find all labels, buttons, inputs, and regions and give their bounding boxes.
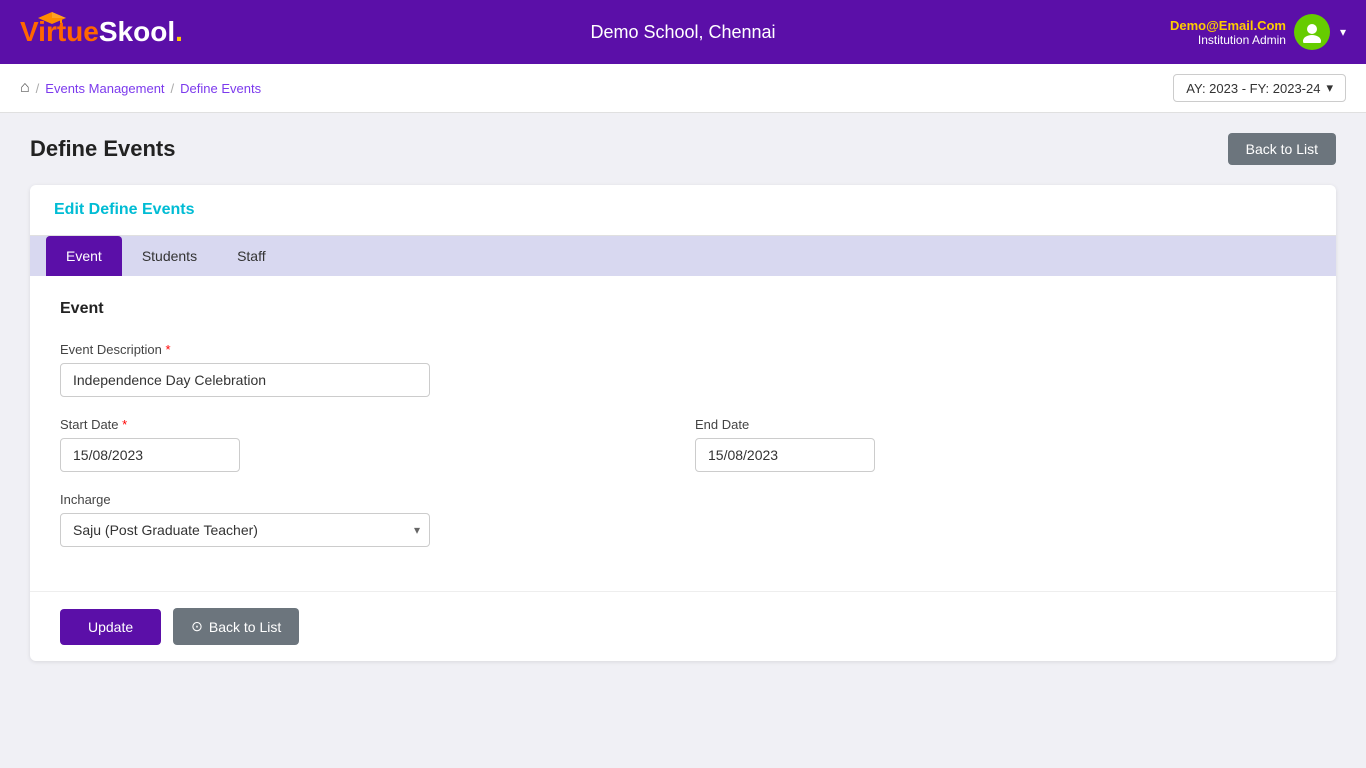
required-star-1: * [166, 342, 171, 357]
user-menu[interactable]: Demo@Email.Com Institution Admin ▾ [1170, 14, 1346, 50]
form-card-header: Edit Define Events [30, 185, 1336, 236]
end-date-col: End Date [695, 417, 1306, 472]
edit-define-events-title: Edit Define Events [54, 201, 194, 218]
incharge-label: Incharge [60, 492, 1306, 507]
graduation-cap-icon [38, 10, 66, 24]
required-star-2: * [122, 417, 127, 432]
form-card: Edit Define Events Event Students Staff … [30, 185, 1336, 661]
incharge-select-wrapper: Saju (Post Graduate Teacher) ▾ [60, 513, 430, 547]
dates-row: Start Date * End Date [60, 417, 1306, 472]
start-date-input[interactable] [60, 438, 240, 472]
tab-event[interactable]: Event [46, 236, 122, 276]
breadcrumb-sep-2: / [171, 81, 175, 96]
ay-selector-button[interactable]: AY: 2023 - FY: 2023-24 ▾ [1173, 74, 1346, 102]
breadcrumb-define-events: Define Events [180, 81, 261, 96]
logo: VirtueSkool. [20, 16, 183, 48]
user-menu-chevron-icon: ▾ [1340, 25, 1346, 39]
ay-selector-label: AY: 2023 - FY: 2023-24 [1186, 81, 1320, 96]
user-role: Institution Admin [1170, 33, 1286, 47]
back-to-list-top-button[interactable]: Back to List [1228, 133, 1336, 165]
breadcrumb-events-management[interactable]: Events Management [45, 81, 164, 96]
tabs-bar: Event Students Staff [30, 236, 1336, 276]
back-to-list-bottom-label: Back to List [209, 619, 281, 635]
event-description-label: Event Description * [60, 342, 1306, 357]
tab-staff[interactable]: Staff [217, 236, 286, 276]
form-section: Event Event Description * Start Date * [30, 276, 1336, 591]
back-to-list-bottom-button[interactable]: ⊙ Back to List [173, 608, 299, 645]
user-icon [1301, 21, 1323, 43]
main-content: Define Events Back to List Edit Define E… [0, 113, 1366, 681]
incharge-select[interactable]: Saju (Post Graduate Teacher) [60, 513, 430, 547]
user-email: Demo@Email.Com [1170, 18, 1286, 33]
tab-students[interactable]: Students [122, 236, 217, 276]
form-section-title: Event [60, 300, 1306, 318]
end-date-input[interactable] [695, 438, 875, 472]
event-description-group: Event Description * [60, 342, 1306, 397]
user-info: Demo@Email.Com Institution Admin [1170, 18, 1286, 47]
breadcrumb-sep-1: / [36, 81, 40, 96]
page-header: Define Events Back to List [30, 133, 1336, 165]
home-icon[interactable]: ⌂ [20, 79, 30, 97]
header: VirtueSkool. Demo School, Chennai Demo@E… [0, 0, 1366, 64]
ay-selector-chevron-icon: ▾ [1326, 80, 1333, 96]
form-actions: Update ⊙ Back to List [30, 591, 1336, 661]
school-name: Demo School, Chennai [590, 22, 775, 43]
update-button[interactable]: Update [60, 609, 161, 645]
start-date-wrapper [60, 438, 671, 472]
avatar [1294, 14, 1330, 50]
start-date-label: Start Date * [60, 417, 671, 432]
page-title: Define Events [30, 136, 176, 162]
end-date-label: End Date [695, 417, 1306, 432]
breadcrumb: ⌂ / Events Management / Define Events [20, 79, 261, 97]
incharge-group: Incharge Saju (Post Graduate Teacher) ▾ [60, 492, 1306, 547]
end-date-wrapper [695, 438, 1306, 472]
start-date-col: Start Date * [60, 417, 671, 472]
event-description-input[interactable] [60, 363, 430, 397]
breadcrumb-bar: ⌂ / Events Management / Define Events AY… [0, 64, 1366, 113]
back-icon: ⊙ [191, 618, 203, 635]
